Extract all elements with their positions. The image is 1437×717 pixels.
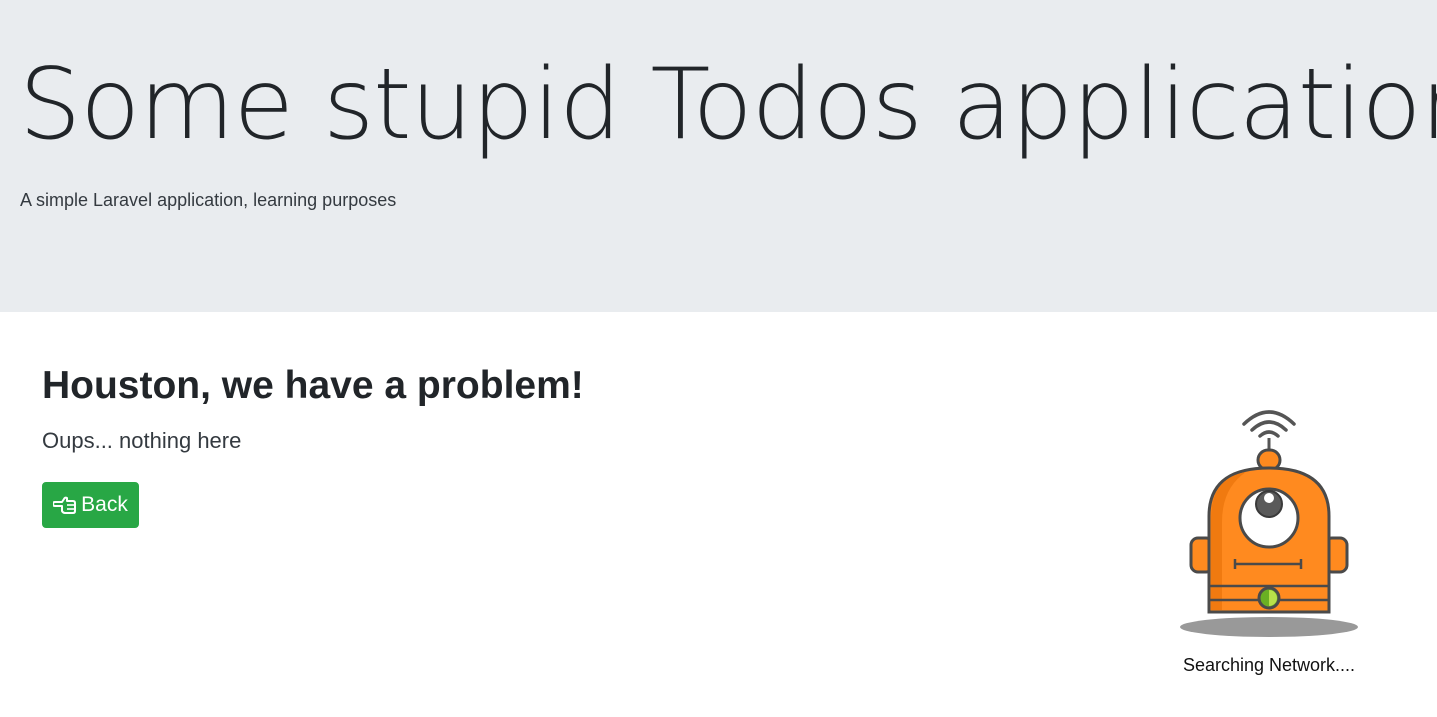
page-lead: A simple Laravel application, learning p… (20, 190, 397, 210)
robot-caption: Searching Network.... (1182, 655, 1356, 675)
hand-point-left-icon (53, 494, 77, 516)
page-title: Some stupid Todos application (19, 48, 1437, 162)
jumbotron-header: Some stupid Todos application A simple L… (0, 0, 1437, 312)
back-button[interactable]: Back (42, 482, 139, 528)
back-button-label: Back (81, 493, 128, 516)
error-title: Houston, we have a problem! (42, 364, 584, 407)
robot-searching-illustration (1176, 398, 1362, 643)
error-message: Oups... nothing here (42, 428, 242, 453)
